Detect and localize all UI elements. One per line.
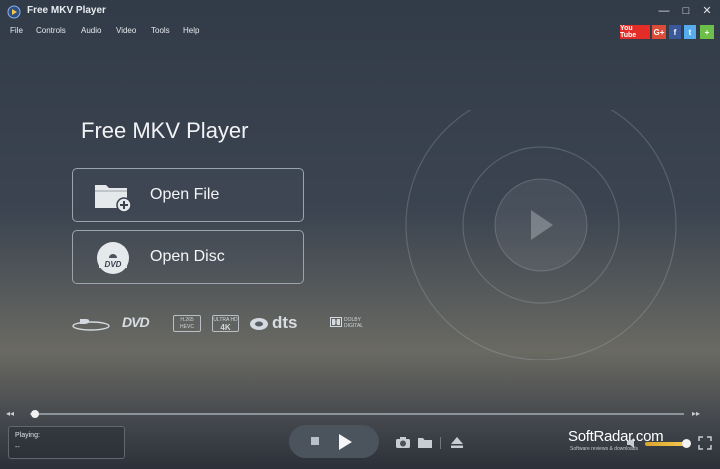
window-title: Free MKV Player [27,5,106,16]
menu-bar: File Controls Audio Video Tools Help [0,26,600,42]
watermark-tagline: Software reviews & downloads [570,446,639,452]
dts-disc-icon [250,318,268,330]
supported-formats: DVD H.265 HEVC ULTRA HD 4K dts DOLBY DIG… [72,313,392,336]
title-bar: Free MKV Player — □ ✕ [0,0,720,24]
open-disc-label: Open Disc [150,248,225,265]
minimize-button[interactable]: — [654,2,674,20]
h265-logo: H.265 HEVC [173,315,201,332]
seek-track[interactable] [30,413,684,415]
open-disc-button[interactable]: DVD Open Disc [72,230,304,284]
stop-button[interactable] [311,437,319,445]
play-button[interactable] [339,434,352,450]
watermark-brand: SoftRadar.com [568,428,664,445]
dts-logo: dts [272,313,298,332]
seek-handle[interactable] [31,410,39,418]
facebook-icon[interactable]: f [669,25,681,39]
playing-value: -- [15,444,20,451]
menu-video[interactable]: Video [116,26,136,35]
menu-help[interactable]: Help [183,26,199,35]
now-playing-panel: Playing: -- [8,426,125,459]
volume-handle[interactable] [682,439,691,448]
menu-file[interactable]: File [10,26,23,35]
maximize-button[interactable]: □ [676,2,696,20]
twitter-icon[interactable]: t [684,25,696,39]
fullscreen-icon[interactable] [698,436,712,450]
forward-icon[interactable]: ▸▸ [692,409,700,418]
toolbar-divider [440,437,441,449]
dvd-logo: DVD [122,314,150,330]
app-logo-icon [7,5,21,19]
open-file-button[interactable]: Open File [72,168,304,222]
seek-bar[interactable]: ◂◂ ▸▸ [0,404,720,424]
playback-controls [289,425,379,458]
dolby-logo: DOLBY DIGITAL [344,317,364,329]
bluray-logo-icon [72,319,110,331]
rewind-icon[interactable]: ◂◂ [6,409,14,418]
menu-audio[interactable]: Audio [81,26,101,35]
open-file-label: Open File [150,186,220,203]
menu-tools[interactable]: Tools [151,26,170,35]
eject-icon[interactable] [449,435,465,449]
menu-controls[interactable]: Controls [36,26,66,35]
disc-decoration [405,110,677,360]
youtube-icon[interactable]: You Tube [620,25,650,39]
dolby-icon [330,317,342,327]
googleplus-icon[interactable]: G+ [652,25,666,39]
playing-label: Playing: [15,432,40,439]
folder-add-icon [95,185,132,213]
close-button[interactable]: ✕ [697,2,717,20]
disc-icon: DVD [97,242,129,274]
folder-icon[interactable] [417,435,433,449]
disc-dvd-label: DVD [105,260,122,269]
snapshot-camera-icon[interactable] [395,435,411,449]
uhd-4k-logo: ULTRA HD 4K [212,315,239,332]
share-icon[interactable]: + [700,25,714,39]
page-title: Free MKV Player [81,118,249,143]
